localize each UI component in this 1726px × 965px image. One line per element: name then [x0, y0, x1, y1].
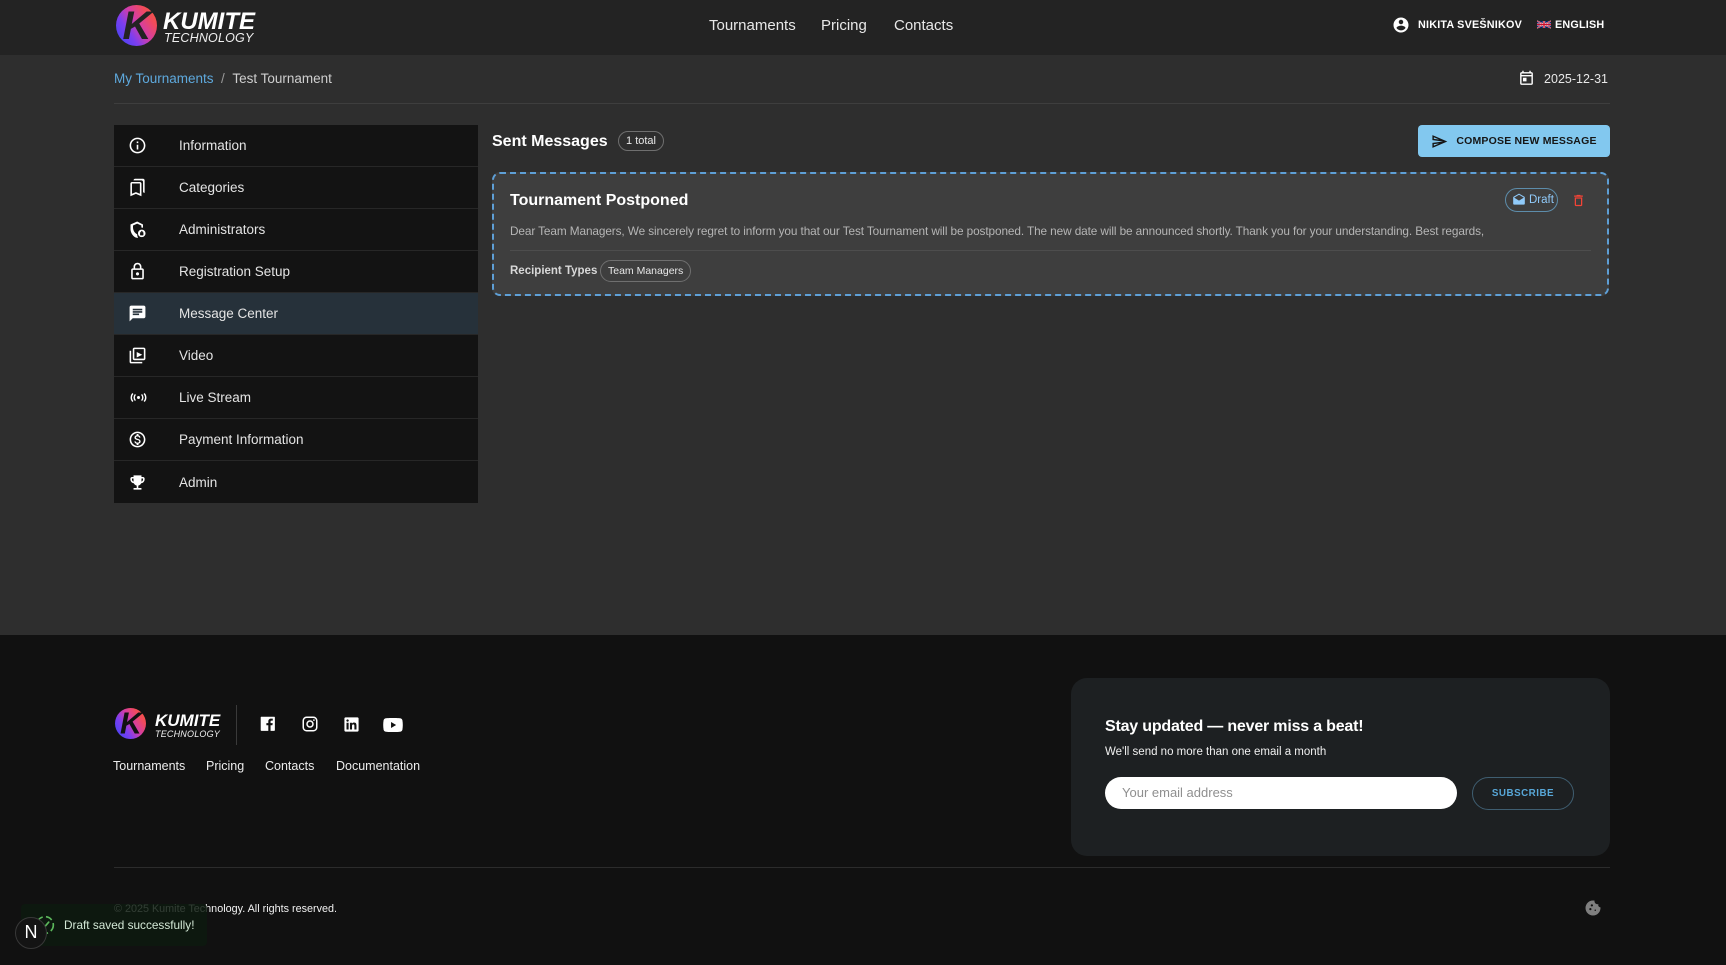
svg-text:K: K: [123, 5, 155, 46]
svg-text:K: K: [120, 708, 144, 739]
